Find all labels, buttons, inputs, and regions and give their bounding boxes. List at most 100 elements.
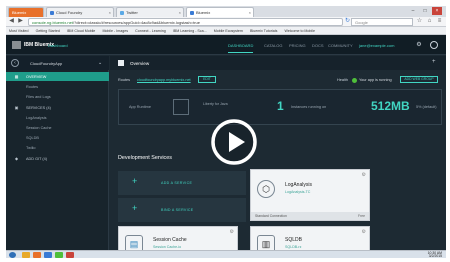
edit-routes-button[interactable]: EDIT	[198, 76, 216, 83]
gear-icon[interactable]: ⚙	[362, 229, 366, 235]
brand-subtitle: Dashboard	[48, 42, 68, 48]
sidebar-item-label: LogAnalysis	[26, 115, 47, 120]
url-host: console.ng.bluemix.net	[32, 20, 73, 25]
tab-label: Bluemix	[12, 10, 27, 15]
add-icon[interactable]: +	[432, 59, 436, 65]
route-link[interactable]: cloudfoundryapp.mybluemix.net	[137, 78, 191, 82]
app-icon	[118, 60, 124, 66]
menu-icon[interactable]: ≡	[436, 18, 443, 25]
tab-favicon-icon	[50, 10, 54, 15]
service-card-loganalysis[interactable]: ⚙ ⬡ LogAnalysis LogAnalysis-TC Standard …	[250, 169, 370, 221]
sidebar-item-loganalysis[interactable]: LogAnalysis	[6, 113, 109, 122]
chevron-down-icon[interactable]: ⌄	[98, 60, 102, 66]
account-menu[interactable]: jane@example.com	[359, 43, 394, 48]
memory-value: 512MB	[371, 99, 410, 113]
nav-dashboard[interactable]: DASHBOARD	[228, 43, 254, 53]
app-header: IBM Bluemix Dashboard DASHBOARD CATALOG …	[6, 35, 446, 55]
sidebar-item-services[interactable]: ▣ SERVICES (4)	[6, 103, 109, 112]
play-button-icon[interactable]	[210, 118, 258, 166]
app-icon[interactable]	[66, 252, 74, 258]
browser-tab[interactable]: Twitter ×	[116, 7, 184, 17]
app-icon[interactable]	[44, 252, 52, 258]
search-placeholder: Google	[355, 20, 368, 25]
sidebar-item-session-cache[interactable]: Session Cache	[6, 123, 109, 132]
sidebar-item-label: ADD GIT (4)	[26, 156, 48, 161]
instances-label: Instances running on	[291, 105, 327, 109]
close-icon[interactable]: ×	[249, 10, 251, 15]
bookmark-link[interactable]: Getting Started	[33, 27, 63, 33]
health-label: Health	[337, 78, 348, 82]
bookmark-link[interactable]: IBM Learning - Sca...	[170, 27, 210, 33]
app-selector[interactable]: CloudFoundryApp	[30, 61, 62, 66]
add-service-button[interactable]: + ADD A SERVICE	[118, 171, 246, 195]
sidebar-item-label: Files and Logs	[26, 94, 51, 99]
services-icon: ▣	[14, 105, 19, 110]
url-path: /?direct=classic/#/resources/appGuid=4ac…	[72, 20, 200, 25]
avatar[interactable]	[430, 41, 438, 49]
bind-service-button[interactable]: + BIND A SERVICE	[118, 198, 246, 222]
bookmark-link[interactable]: Bluemix Tutorials	[247, 27, 280, 33]
home-icon[interactable]: ⌂	[426, 18, 433, 25]
loganalysis-icon: ⬡	[257, 180, 275, 198]
video-frame: Bluemix Cloud Foundry × Twitter × Bluemix ×…	[6, 6, 446, 258]
refresh-icon[interactable]: ↻	[344, 18, 351, 25]
browser-tab[interactable]: Cloud Foundry ×	[46, 7, 114, 17]
sidebar-item-files-logs[interactable]: Files and Logs	[6, 92, 109, 101]
page-title: Overview	[130, 61, 150, 66]
nav-community[interactable]: COMMUNITY	[328, 43, 353, 48]
bookmark-link[interactable]: IBM Cloud Mobile	[64, 27, 98, 33]
sidebar-item-label: SERVICES (4)	[26, 105, 51, 110]
gear-icon[interactable]: ⚙	[230, 229, 234, 235]
sidebar-item-overview[interactable]: ▦ OVERVIEW	[6, 72, 109, 81]
star-icon[interactable]: ☆	[416, 18, 423, 25]
back-arrow-icon[interactable]: ‹	[11, 59, 19, 67]
close-icon[interactable]: ×	[109, 10, 111, 15]
forward-icon[interactable]: ▶	[17, 18, 24, 25]
bind-service-label: BIND A SERVICE	[161, 208, 194, 212]
search-input[interactable]: Google	[351, 18, 413, 26]
minimize-icon[interactable]: –	[408, 7, 418, 15]
sidebar-item-add-git[interactable]: ◆ ADD GIT (4)	[6, 154, 109, 163]
add-web-group-button[interactable]: ADD WEB GROUP	[400, 76, 438, 83]
nav-catalog[interactable]: CATALOG	[264, 43, 283, 48]
os-taskbar: 10:30 AM 3/2/2015	[6, 250, 446, 258]
plus-icon: +	[132, 203, 138, 213]
firefox-icon[interactable]	[33, 252, 41, 258]
bookmark-link[interactable]: Welcome to Mobile	[282, 27, 319, 33]
start-button-icon[interactable]	[9, 252, 16, 258]
memory-quota-label: 5% (default)	[416, 105, 437, 109]
overview-bar: Overview +	[110, 56, 446, 70]
url-input[interactable]: console.ng.bluemix.net/?direct=classic/#…	[28, 18, 343, 26]
routes-label: Routes	[118, 78, 131, 82]
sidebar-item-twilio[interactable]: Twilio	[6, 143, 109, 152]
health-status-icon	[352, 77, 357, 83]
runtime-icon	[173, 99, 189, 115]
sidebar-item-label: Routes	[26, 84, 39, 89]
bookmark-link[interactable]: Mobile Ecosystem	[211, 27, 246, 33]
browser-tab-active[interactable]: Bluemix ×	[186, 7, 254, 17]
app-icon[interactable]	[55, 252, 63, 258]
maximize-icon[interactable]: □	[420, 7, 430, 15]
close-window-icon[interactable]: ×	[432, 7, 442, 15]
sidebar-item-sqldb[interactable]: SQLDB	[6, 133, 109, 142]
tab-label: Bluemix	[196, 10, 211, 15]
sidebar-item-routes[interactable]: Routes	[6, 82, 109, 91]
gear-icon[interactable]: ⚙	[362, 172, 366, 178]
tab-favicon-icon	[120, 10, 124, 15]
nav-pricing[interactable]: PRICING	[289, 43, 306, 48]
tab-label: Cloud Foundry	[56, 10, 83, 15]
sidebar-item-label: Twilio	[26, 145, 36, 150]
runtime-text: Liberty for Java	[203, 102, 228, 106]
service-name: SQLDB	[285, 237, 302, 243]
app-stats-panel: App Runtime Liberty for Java 1 Instances…	[118, 89, 442, 125]
browser-tab[interactable]: Bluemix	[8, 7, 44, 17]
nav-docs[interactable]: DOCS	[312, 43, 324, 48]
bookmark-link[interactable]: Most Visited	[6, 27, 32, 33]
bookmark-link[interactable]: Mobile - Images	[99, 27, 131, 33]
service-instance: SQLDB-rz	[285, 245, 302, 249]
explorer-icon[interactable]	[22, 252, 30, 258]
bookmark-link[interactable]: Connect - Learning	[132, 27, 169, 33]
close-icon[interactable]: ×	[179, 10, 181, 15]
gear-icon[interactable]: ⚙	[415, 41, 423, 49]
back-icon[interactable]: ◀	[8, 18, 15, 25]
